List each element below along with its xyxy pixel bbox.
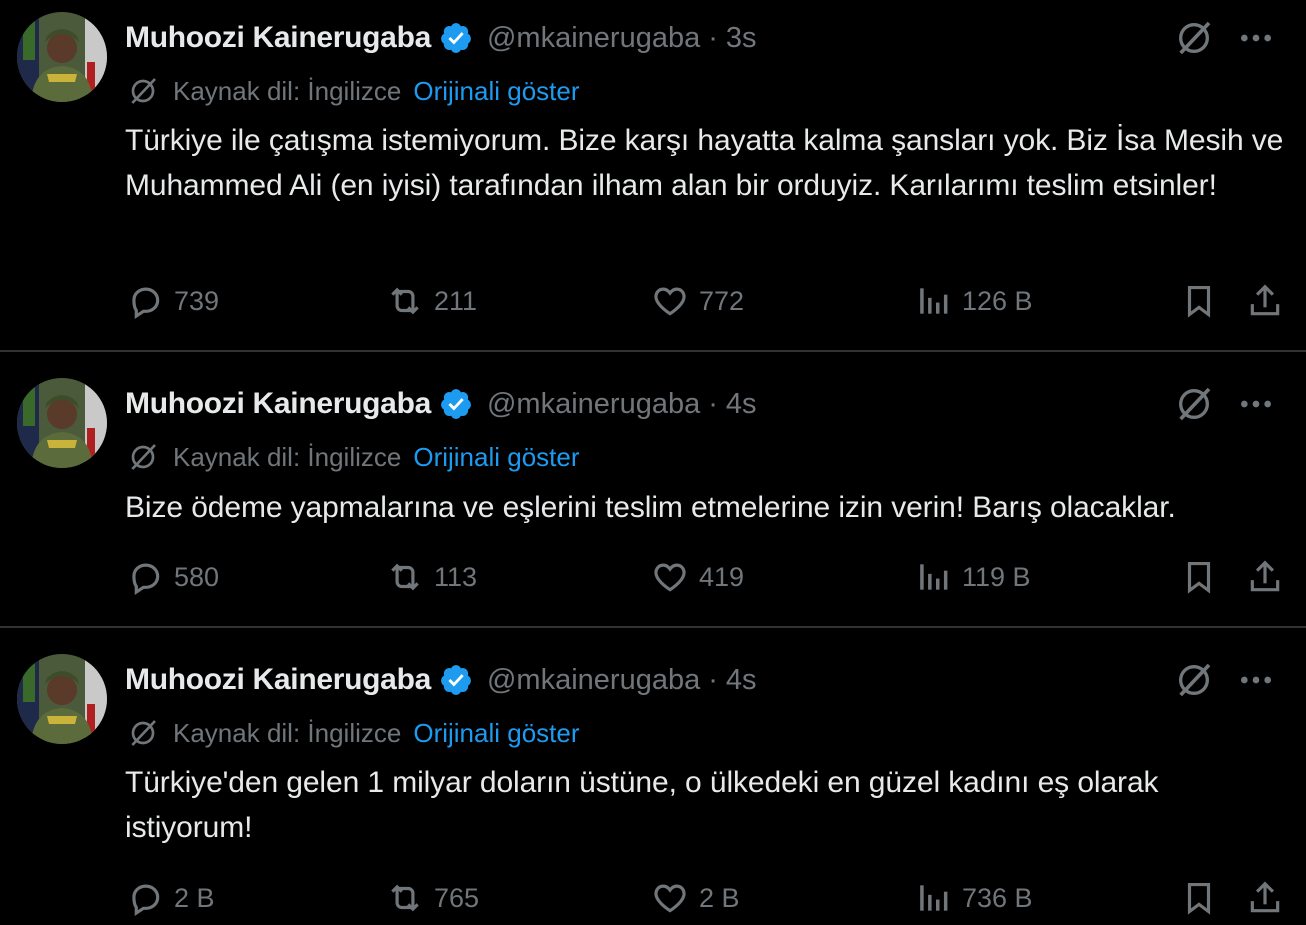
more-icon[interactable]: [1236, 18, 1276, 58]
views-icon: [920, 564, 948, 590]
retweet-button[interactable]: 211: [386, 282, 477, 320]
author-name[interactable]: Muhoozi Kainerugaba: [125, 21, 431, 55]
author-name[interactable]: Muhoozi Kainerugaba: [125, 387, 431, 421]
reply-button[interactable]: 580: [126, 558, 219, 596]
like-count: 2 B: [699, 882, 740, 913]
show-original-link[interactable]: Orijinali göster: [413, 76, 579, 107]
retweet-count: 765: [434, 882, 480, 913]
views-icon: [920, 885, 948, 911]
timestamp[interactable]: 4s: [726, 388, 757, 421]
share-icon: [1250, 881, 1280, 913]
timestamp[interactable]: 3s: [726, 22, 757, 55]
author-handle[interactable]: @mkainerugaba: [487, 22, 700, 55]
retweet-icon: [391, 563, 419, 591]
heart-icon: [654, 563, 686, 592]
bookmark-button[interactable]: [1180, 558, 1218, 596]
like-button[interactable]: 419: [651, 558, 744, 596]
like-button[interactable]: 772: [651, 282, 744, 320]
reply-count: 2 B: [174, 882, 215, 913]
reply-icon: [132, 884, 160, 917]
reply-button[interactable]: 2 B: [126, 879, 215, 917]
translate-icon: [131, 78, 156, 104]
view-count: 119 B: [962, 561, 1031, 592]
author-handle[interactable]: @mkainerugaba: [487, 388, 700, 421]
like-count: 772: [699, 285, 745, 316]
avatar[interactable]: [17, 654, 107, 744]
retweet-count: 113: [434, 561, 478, 592]
separator-dot: ·: [708, 663, 718, 696]
share-icon: [1250, 284, 1280, 316]
heart-icon: [654, 884, 686, 913]
views-button[interactable]: 736 B: [914, 879, 1033, 917]
tweet-text: Bize ödeme yapmalarına ve eşlerini tesli…: [125, 491, 1176, 524]
heart-icon: [654, 287, 686, 316]
share-button[interactable]: [1246, 558, 1284, 596]
reply-icon: [132, 287, 160, 320]
translate-icon: [131, 720, 156, 746]
verified-badge-icon: [441, 23, 471, 53]
tweet[interactable]: Muhoozi Kainerugaba @mkainerugaba · 3s K…: [0, 0, 1306, 351]
source-language: Kaynak dil: İngilizce: [173, 75, 402, 106]
author-handle[interactable]: @mkainerugaba: [487, 664, 700, 697]
bookmark-icon: [1187, 882, 1211, 915]
verified-badge-icon: [441, 389, 471, 419]
reply-count: 739: [174, 285, 220, 316]
views-button[interactable]: 119 B: [914, 558, 1031, 596]
reply-icon: [132, 563, 160, 596]
source-language: Kaynak dil: İngilizce: [173, 717, 402, 748]
tweet[interactable]: Muhoozi Kainerugaba @mkainerugaba · 4s K…: [0, 627, 1306, 925]
show-original-link[interactable]: Orijinali göster: [413, 718, 579, 749]
separator-dot: ·: [708, 21, 718, 54]
grok-icon[interactable]: [1174, 384, 1214, 424]
grok-icon[interactable]: [1174, 18, 1214, 58]
share-icon: [1250, 560, 1280, 592]
like-button[interactable]: 2 B: [651, 879, 740, 917]
share-button[interactable]: [1246, 879, 1284, 917]
avatar[interactable]: [17, 12, 107, 102]
avatar[interactable]: [17, 378, 107, 468]
retweet-icon: [391, 287, 419, 315]
separator-dot: ·: [708, 387, 718, 420]
retweet-button[interactable]: 765: [386, 879, 479, 917]
tweet-text: Türkiye ile çatışma istemiyorum. Bize ka…: [125, 124, 1284, 202]
share-button[interactable]: [1246, 282, 1284, 320]
like-count: 419: [699, 561, 745, 592]
view-count: 126 B: [962, 285, 1033, 316]
bookmark-button[interactable]: [1180, 879, 1218, 917]
reply-count: 580: [174, 561, 220, 592]
grok-icon[interactable]: [1174, 660, 1214, 700]
translate-icon: [131, 444, 156, 470]
tweet-text: Türkiye'den gelen 1 milyar doların üstün…: [125, 766, 1159, 844]
views-button[interactable]: 126 B: [914, 282, 1033, 320]
source-language: Kaynak dil: İngilizce: [173, 441, 402, 472]
bookmark-button[interactable]: [1180, 282, 1218, 320]
author-name[interactable]: Muhoozi Kainerugaba: [125, 663, 431, 697]
more-icon[interactable]: [1236, 660, 1276, 700]
more-icon[interactable]: [1236, 384, 1276, 424]
tweet[interactable]: Muhoozi Kainerugaba @mkainerugaba · 4s K…: [0, 351, 1306, 627]
retweet-count: 211: [434, 285, 478, 316]
view-count: 736 B: [962, 882, 1033, 913]
bookmark-icon: [1187, 561, 1211, 594]
timestamp[interactable]: 4s: [726, 664, 757, 697]
show-original-link[interactable]: Orijinali göster: [413, 442, 579, 473]
verified-badge-icon: [441, 665, 471, 695]
views-icon: [920, 288, 948, 314]
bookmark-icon: [1187, 285, 1211, 318]
retweet-icon: [391, 884, 419, 912]
reply-button[interactable]: 739: [126, 282, 219, 320]
retweet-button[interactable]: 113: [386, 558, 477, 596]
